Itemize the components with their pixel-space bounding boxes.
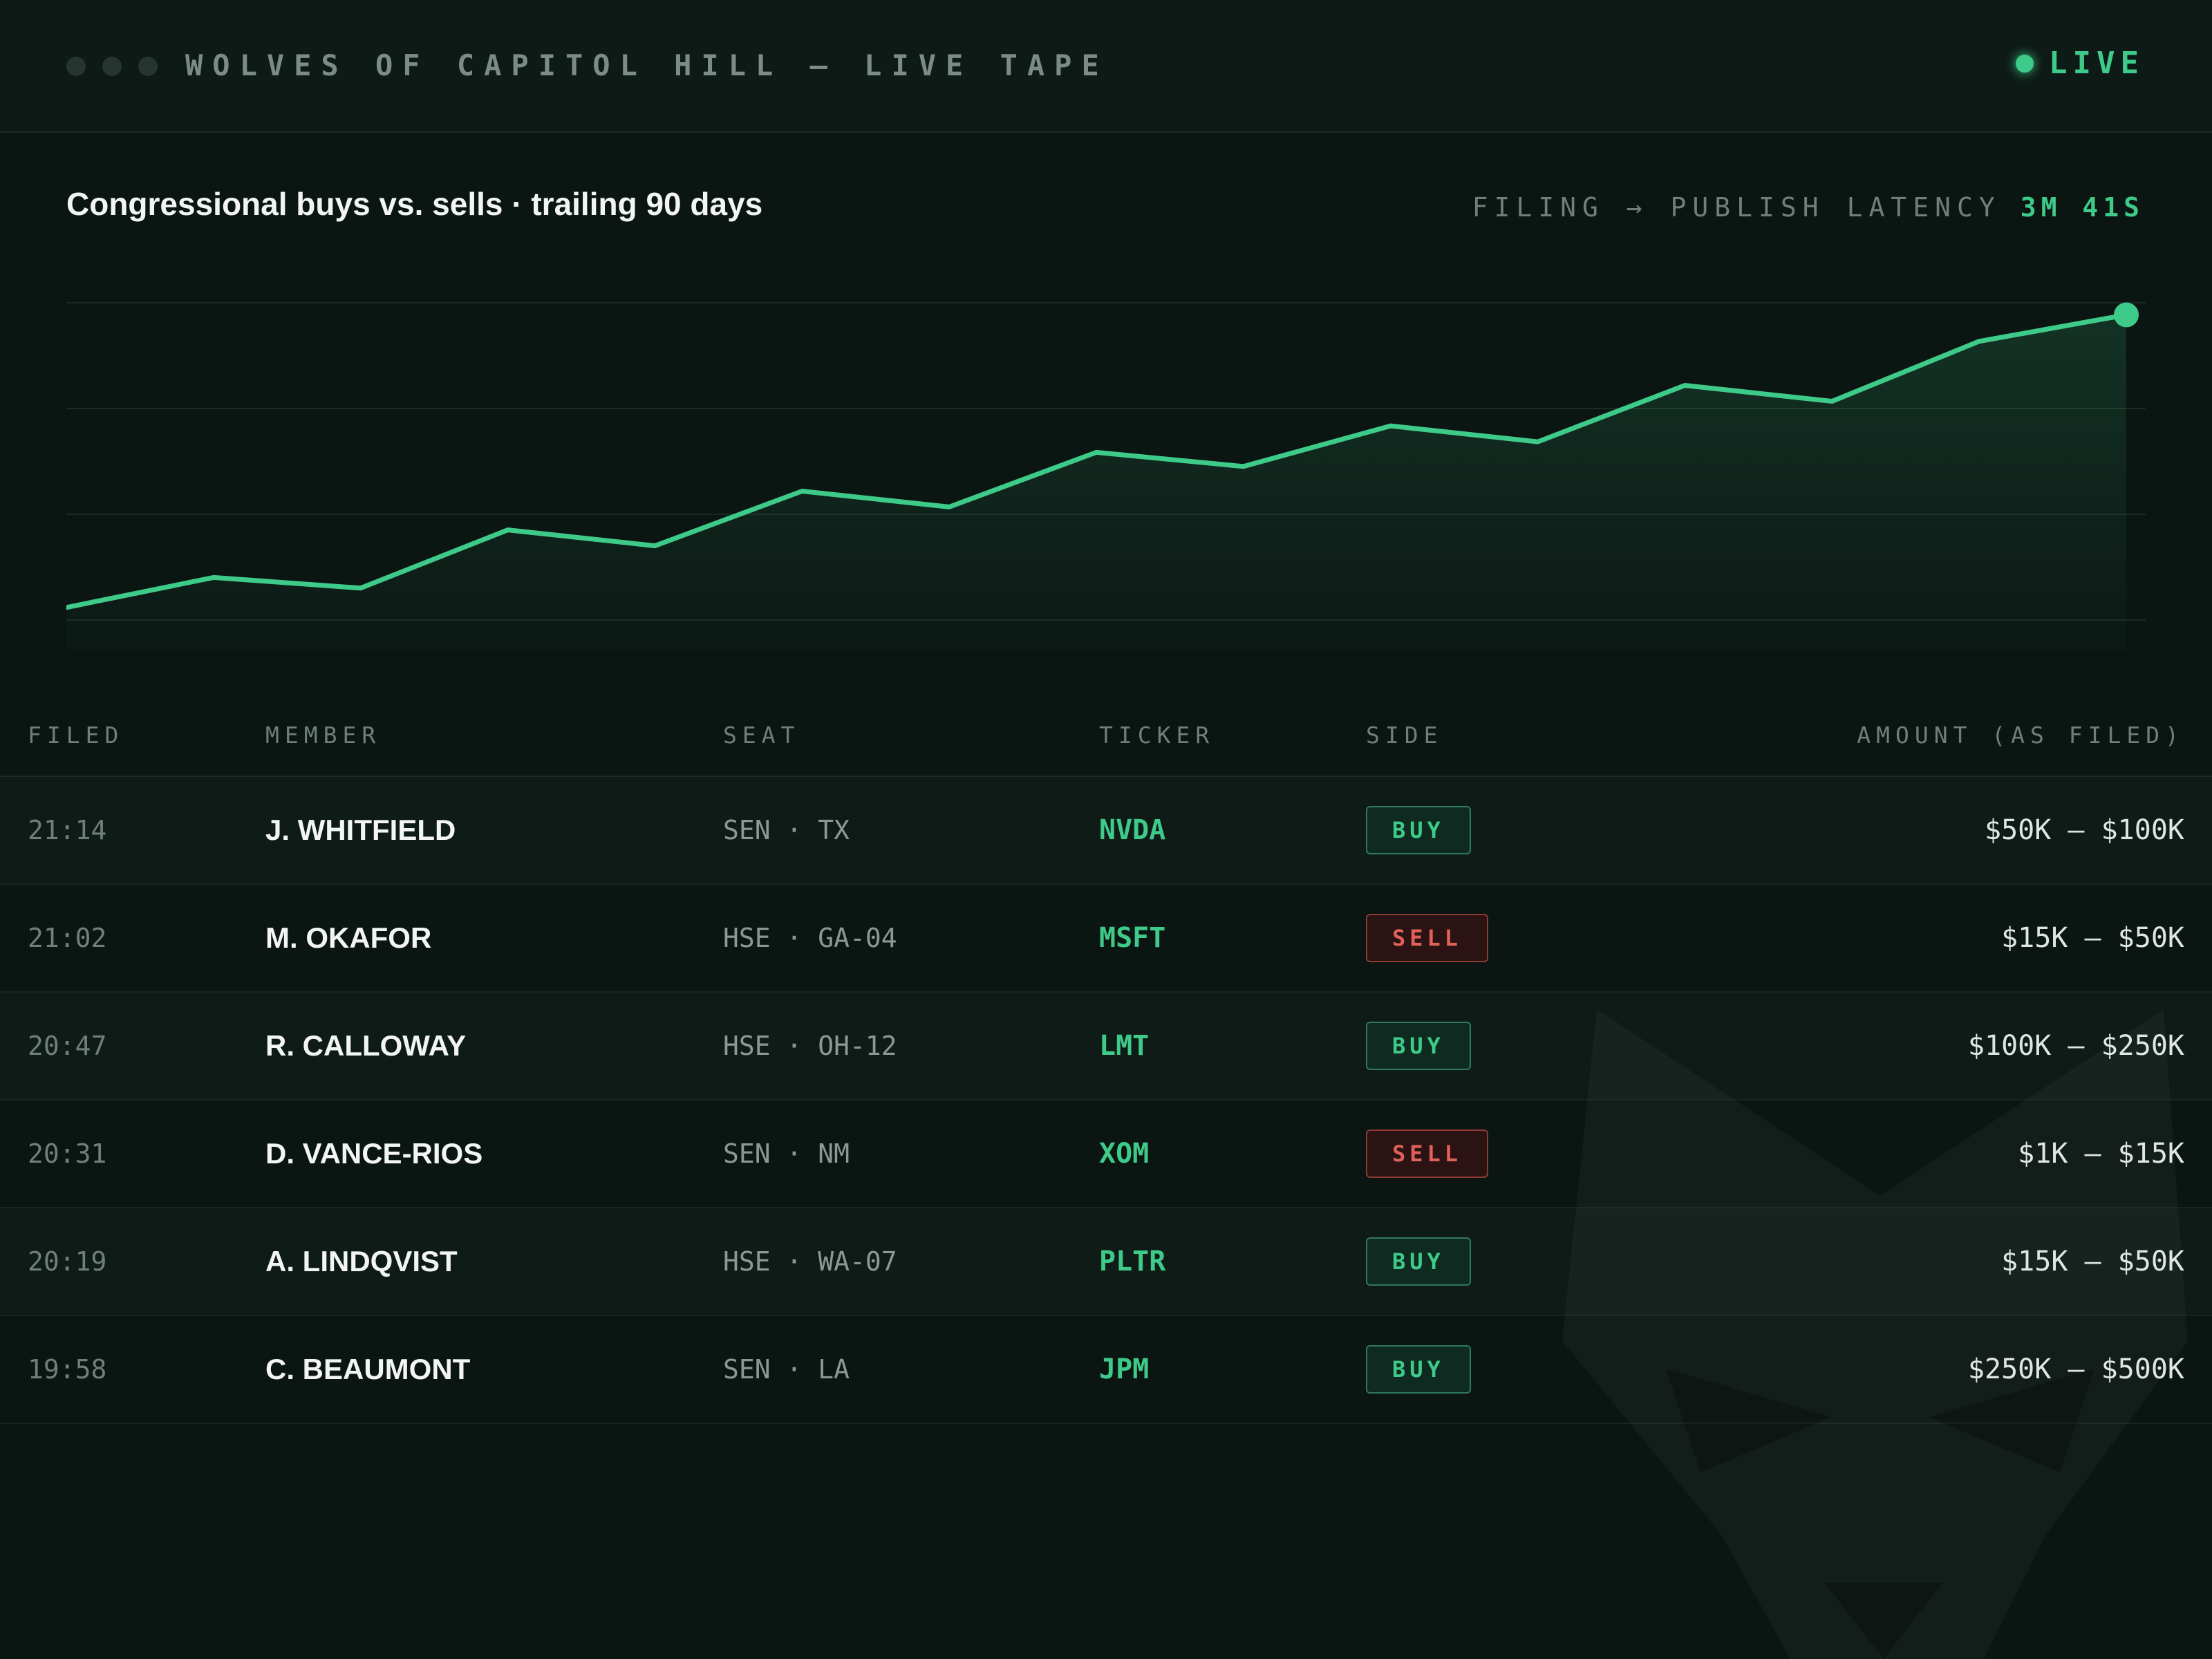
side-cell: SELL (1366, 914, 1489, 962)
window-controls (66, 57, 158, 76)
filed-time: 21:14 (28, 815, 107, 845)
header-filed[interactable]: FILED (28, 722, 124, 749)
latency-value: 3M 41S (2020, 192, 2144, 223)
app-header: WOLVES OF CAPITOL HILL — LIVE TAPE LIVE (0, 0, 2212, 133)
window-dot-icon[interactable] (66, 57, 86, 76)
window-dot-icon[interactable] (102, 57, 122, 76)
filed-time: 20:19 (28, 1246, 107, 1277)
member-name: R. CALLOWAY (265, 1029, 467, 1062)
chart-point (1829, 398, 1835, 404)
table-header: FILED MEMBER SEAT TICKER SIDE AMOUNT (AS… (0, 698, 2212, 777)
member-name: J. WHITFIELD (265, 814, 456, 846)
table-row[interactable]: 19:58 C. BEAUMONT SEN · LA JPM BUY $250K… (0, 1316, 2212, 1424)
chart-point (505, 527, 511, 533)
ticker-symbol[interactable]: MSFT (1099, 922, 1165, 954)
ticker-symbol[interactable]: NVDA (1099, 814, 1165, 846)
trades-table: FILED MEMBER SEAT TICKER SIDE AMOUNT (AS… (0, 698, 2212, 1424)
member-name: C. BEAUMONT (265, 1353, 471, 1385)
sell-badge: SELL (1366, 914, 1489, 962)
table-row[interactable]: 21:14 J. WHITFIELD SEN · TX NVDA BUY $50… (0, 777, 2212, 885)
seat-label: SEN · TX (723, 815, 850, 845)
buy-badge: BUY (1366, 1345, 1471, 1394)
chart-point (799, 489, 805, 494)
ticker-symbol[interactable]: JPM (1099, 1353, 1149, 1385)
chart-area-fill (66, 315, 2126, 650)
ticker-symbol[interactable]: PLTR (1099, 1246, 1165, 1277)
side-cell: BUY (1366, 1022, 1471, 1070)
chart-point (358, 585, 364, 591)
chart-point (211, 574, 216, 580)
chart-point (652, 543, 657, 549)
app-window: WOLVES OF CAPITOL HILL — LIVE TAPE LIVE … (0, 0, 2212, 1659)
header-member[interactable]: MEMBER (265, 722, 381, 749)
trend-chart (66, 302, 2146, 650)
buy-badge: BUY (1366, 1237, 1471, 1286)
header-seat[interactable]: SEAT (723, 722, 800, 749)
side-cell: SELL (1366, 1130, 1489, 1178)
table-row[interactable]: 20:19 A. LINDQVIST HSE · WA-07 PLTR BUY … (0, 1208, 2212, 1316)
chart-point (1094, 449, 1099, 455)
amount-range: $15K – $50K (2001, 1246, 2184, 1277)
member-name: A. LINDQVIST (265, 1245, 458, 1277)
amount-range: $1K – $15K (2018, 1138, 2184, 1170)
latency-readout: FILING → PUBLISH LATENCY 3M 41S (1472, 192, 2144, 223)
ticker-symbol[interactable]: LMT (1099, 1030, 1149, 1062)
sell-badge: SELL (1366, 1130, 1489, 1178)
chart-point (1976, 339, 1982, 344)
filed-time: 20:31 (28, 1138, 107, 1169)
window-dot-icon[interactable] (138, 57, 158, 76)
live-indicator: LIVE (2016, 46, 2144, 81)
seat-label: SEN · LA (723, 1354, 850, 1385)
seat-label: HSE · WA-07 (723, 1246, 897, 1277)
table-row[interactable]: 20:31 D. VANCE-RIOS SEN · NM XOM SELL $1… (0, 1100, 2212, 1208)
chart-point (1535, 439, 1541, 444)
table-row[interactable]: 21:02 M. OKAFOR HSE · GA-04 MSFT SELL $1… (0, 885, 2212, 993)
seat-label: SEN · NM (723, 1138, 850, 1169)
chart-point (1388, 423, 1394, 429)
header-side[interactable]: SIDE (1366, 722, 1443, 749)
side-cell: BUY (1366, 806, 1471, 854)
latency-label: FILING → PUBLISH LATENCY (1472, 192, 2001, 223)
seat-label: HSE · OH-12 (723, 1031, 897, 1061)
member-name: D. VANCE-RIOS (265, 1137, 483, 1170)
chart-title: Congressional buys vs. sells · trailing … (66, 186, 763, 222)
buy-badge: BUY (1366, 1022, 1471, 1070)
filed-time: 19:58 (28, 1354, 107, 1385)
chart-point (1241, 464, 1246, 469)
buy-badge: BUY (1366, 806, 1471, 854)
live-label: LIVE (2049, 46, 2144, 81)
live-dot-icon (2016, 54, 2034, 73)
seat-label: HSE · GA-04 (723, 923, 897, 953)
amount-range: $250K – $500K (1967, 1353, 2184, 1385)
side-cell: BUY (1366, 1237, 1471, 1286)
amount-range: $15K – $50K (2001, 922, 2184, 954)
amount-range: $50K – $100K (1985, 814, 2184, 846)
amount-range: $100K – $250K (1967, 1030, 2184, 1062)
app-title: WOLVES OF CAPITOL HILL — LIVE TAPE (185, 48, 1109, 82)
table-row[interactable]: 20:47 R. CALLOWAY HSE · OH-12 LMT BUY $1… (0, 993, 2212, 1100)
header-amount[interactable]: AMOUNT (AS FILED) (1857, 722, 2184, 749)
chart-latest-point[interactable] (2114, 302, 2139, 328)
chart-point (1682, 383, 1687, 388)
side-cell: BUY (1366, 1345, 1471, 1394)
header-ticker[interactable]: TICKER (1099, 722, 1215, 749)
ticker-symbol[interactable]: XOM (1099, 1138, 1149, 1170)
filed-time: 20:47 (28, 1031, 107, 1061)
member-name: M. OKAFOR (265, 921, 432, 954)
filed-time: 21:02 (28, 923, 107, 953)
chart-point (946, 504, 952, 509)
